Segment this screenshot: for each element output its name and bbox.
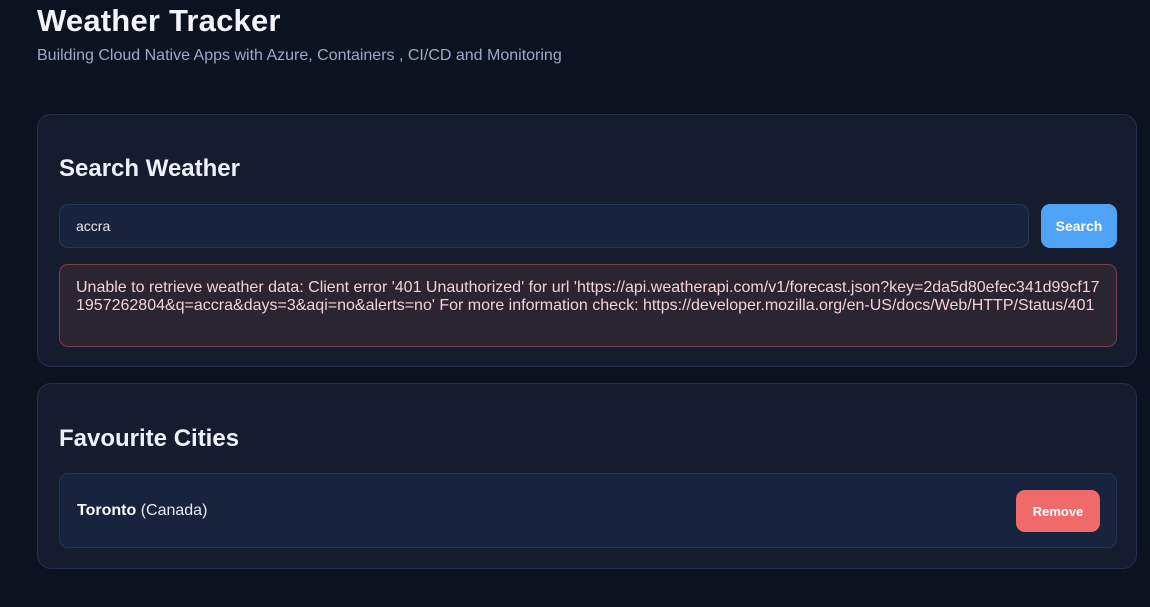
city-search-input[interactable]: [59, 204, 1029, 248]
favourite-cities-title: Favourite Cities: [59, 425, 240, 452]
error-message: Unable to retrieve weather data: Client …: [59, 264, 1117, 347]
remove-city-button[interactable]: Remove: [1016, 490, 1100, 532]
favourite-cities-card: Favourite Cities Toronto (Canada) Remove: [37, 383, 1137, 569]
app-subtitle: Building Cloud Native Apps with Azure, C…: [37, 47, 562, 64]
favourite-city-label: Toronto (Canada): [77, 502, 207, 520]
search-button[interactable]: Search: [1041, 204, 1117, 248]
search-weather-title: Search Weather: [59, 155, 240, 182]
app-page: Weather Tracker Building Cloud Native Ap…: [0, 0, 1150, 607]
favourite-city-country: (Canada): [140, 502, 208, 519]
search-weather-card: Search Weather Search Unable to retrieve…: [37, 114, 1137, 367]
favourite-city-row: Toronto (Canada) Remove: [59, 473, 1117, 548]
app-title: Weather Tracker: [37, 3, 281, 38]
favourite-city-name: Toronto: [77, 502, 137, 519]
